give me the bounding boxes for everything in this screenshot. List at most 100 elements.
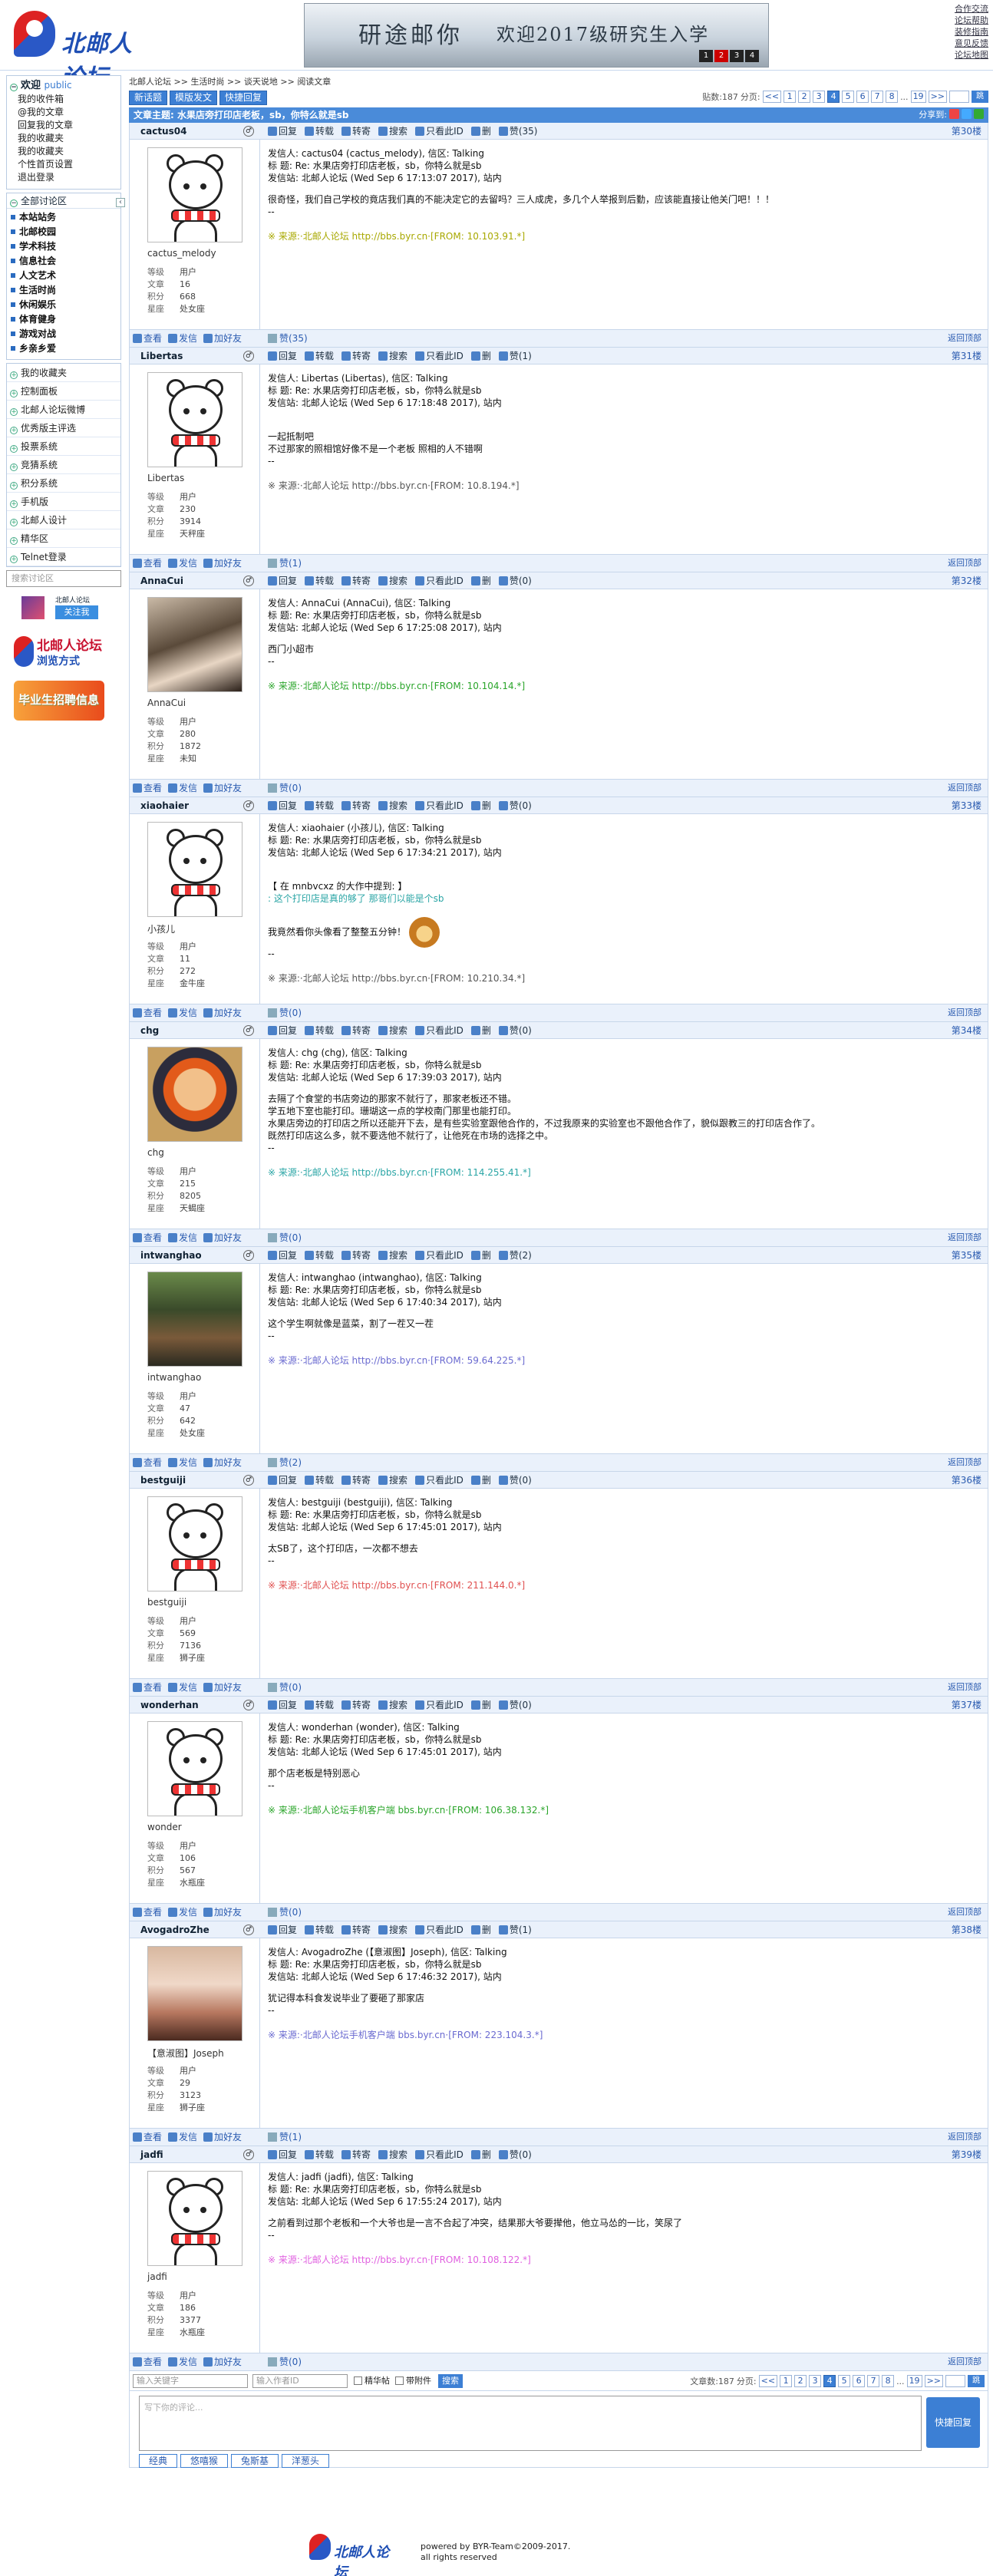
like-button[interactable]: 赞(0) [268,1904,302,1921]
post-action-2[interactable]: 转寄 [341,572,371,589]
post-action-3[interactable]: 搜索 [378,572,407,589]
post-action-0[interactable]: 回复 [268,348,297,364]
author-action-2[interactable]: 加好友 [203,2353,242,2370]
author-action-0[interactable]: 查看 [133,780,162,797]
post-author[interactable]: Libertas [140,348,183,364]
browse-promo[interactable]: 北邮人论坛 浏览方式 [14,633,104,673]
quick-reply-submit[interactable]: 快捷回复 [926,2397,980,2448]
jobs-promo[interactable]: 毕业生招聘信息 [14,681,104,721]
floor-number[interactable]: 第33楼 [952,797,981,814]
floor-number[interactable]: 第35楼 [952,1247,981,1264]
all-boards-header[interactable]: − 全部讨论区 [7,193,120,209]
back-to-top-link[interactable]: 返回顶部 [948,1454,981,1471]
author-action-1[interactable]: 发信 [168,2129,197,2146]
attachment-checkbox[interactable]: 带附件 [395,2375,431,2387]
category-item[interactable]: 学术科技 [7,239,120,254]
page-jump-button[interactable]: 跳 [972,91,988,103]
post-action-3[interactable]: 搜索 [378,1247,407,1264]
crumb-item[interactable]: 生活时尚 [190,77,224,87]
author-action-1[interactable]: 发信 [168,1229,197,1246]
user-link[interactable]: @我的文章 [7,106,120,119]
back-to-top-link[interactable]: 返回顶部 [948,1679,981,1696]
like-button[interactable]: 赞(0) [268,780,302,797]
post-action-3[interactable]: 搜索 [378,1921,407,1938]
author-action-2[interactable]: 加好友 [203,1229,242,1246]
post-author[interactable]: intwanghao [140,1247,202,1264]
author-action-1[interactable]: 发信 [168,1004,197,1021]
post-action-2[interactable]: 转寄 [341,2146,371,2163]
author-action-0[interactable]: 查看 [133,555,162,572]
banner-dot[interactable]: 4 [745,50,759,62]
post-action-3[interactable]: 搜索 [378,2146,407,2163]
avatar[interactable] [147,147,242,242]
page-jump-input[interactable] [949,91,969,103]
category-item[interactable]: 休闲娱乐 [7,298,120,312]
author-action-0[interactable]: 查看 [133,330,162,347]
emoji-tab[interactable]: 经典 [139,2454,178,2468]
back-to-top-link[interactable]: 返回顶部 [948,1004,981,1021]
post-author[interactable]: wonderhan [140,1697,199,1713]
post-author[interactable]: xiaohaier [140,797,189,814]
page-jump-button[interactable]: 跳 [968,2375,985,2387]
collapse-icon[interactable]: − [10,200,18,207]
author-action-1[interactable]: 发信 [168,780,197,797]
floor-number[interactable]: 第34楼 [952,1022,981,1039]
template-post-button[interactable]: 模版发文 [170,90,218,105]
post-action-0[interactable]: 回复 [268,1472,297,1489]
digest-checkbox[interactable]: 精华帖 [354,2375,390,2387]
author-action-1[interactable]: 发信 [168,1454,197,1471]
post-action-0[interactable]: 回复 [268,1022,297,1039]
back-to-top-link[interactable]: 返回顶部 [948,330,981,347]
floor-number[interactable]: 第39楼 [952,2146,981,2163]
page-link[interactable]: 7 [871,91,884,103]
post-action-0[interactable]: 回复 [268,123,297,140]
page-link[interactable]: 19 [906,2375,922,2387]
nav-item[interactable]: + 积分系统 [7,474,120,493]
keyword-input[interactable]: 输入关键字 [133,2374,248,2388]
avatar[interactable] [147,1496,242,1591]
post-action-5[interactable]: 删 [470,1022,491,1039]
post-action-3[interactable]: 搜索 [378,797,407,814]
post-action-4[interactable]: 只看此ID [415,1697,464,1713]
like-button[interactable]: 赞(2) [268,1454,302,1471]
author-action-1[interactable]: 发信 [168,555,197,572]
crumb-item[interactable]: 谈天说地 [244,77,278,87]
nav-item[interactable]: + 北邮人设计 [7,511,120,529]
post-action-5[interactable]: 删 [470,572,491,589]
page-current[interactable]: 4 [823,2375,836,2387]
post-action-3[interactable]: 搜索 [378,1022,407,1039]
username[interactable]: public [45,80,72,91]
post-action-1[interactable]: 转载 [305,572,334,589]
like-button[interactable]: 赞(35) [268,330,308,347]
author-action-0[interactable]: 查看 [133,1904,162,1921]
avatar[interactable] [147,372,242,467]
post-action-5[interactable]: 删 [470,1921,491,1938]
post-action-1[interactable]: 转载 [305,1022,334,1039]
qzone-share-icon[interactable] [962,109,972,119]
post-author[interactable]: bestguiji [140,1472,186,1489]
post-author[interactable]: chg [140,1022,159,1039]
page-current[interactable]: 4 [827,91,840,103]
post-like[interactable]: 赞(1) [498,348,532,364]
page-link[interactable]: 7 [867,2375,880,2387]
post-action-2[interactable]: 转寄 [341,1022,371,1039]
category-item[interactable]: 信息社会 [7,254,120,269]
post-action-4[interactable]: 只看此ID [415,572,464,589]
post-action-1[interactable]: 转载 [305,1697,334,1713]
post-action-5[interactable]: 删 [470,1247,491,1264]
author-action-0[interactable]: 查看 [133,2353,162,2370]
back-to-top-link[interactable]: 返回顶部 [948,555,981,572]
post-action-4[interactable]: 只看此ID [415,1472,464,1489]
post-action-2[interactable]: 转寄 [341,1472,371,1489]
nav-item[interactable]: + 竞猜系统 [7,456,120,474]
page-link[interactable]: 2 [798,91,811,103]
category-item[interactable]: 游戏对战 [7,327,120,341]
author-action-1[interactable]: 发信 [168,1904,197,1921]
post-action-4[interactable]: 只看此ID [415,123,464,140]
post-action-1[interactable]: 转载 [305,2146,334,2163]
emoji-tab[interactable]: 悠嘻猴 [180,2454,229,2468]
post-action-2[interactable]: 转寄 [341,1921,371,1938]
user-link[interactable]: 退出登录 [7,171,120,184]
author-action-2[interactable]: 加好友 [203,1454,242,1471]
page-link[interactable]: 1 [784,91,797,103]
